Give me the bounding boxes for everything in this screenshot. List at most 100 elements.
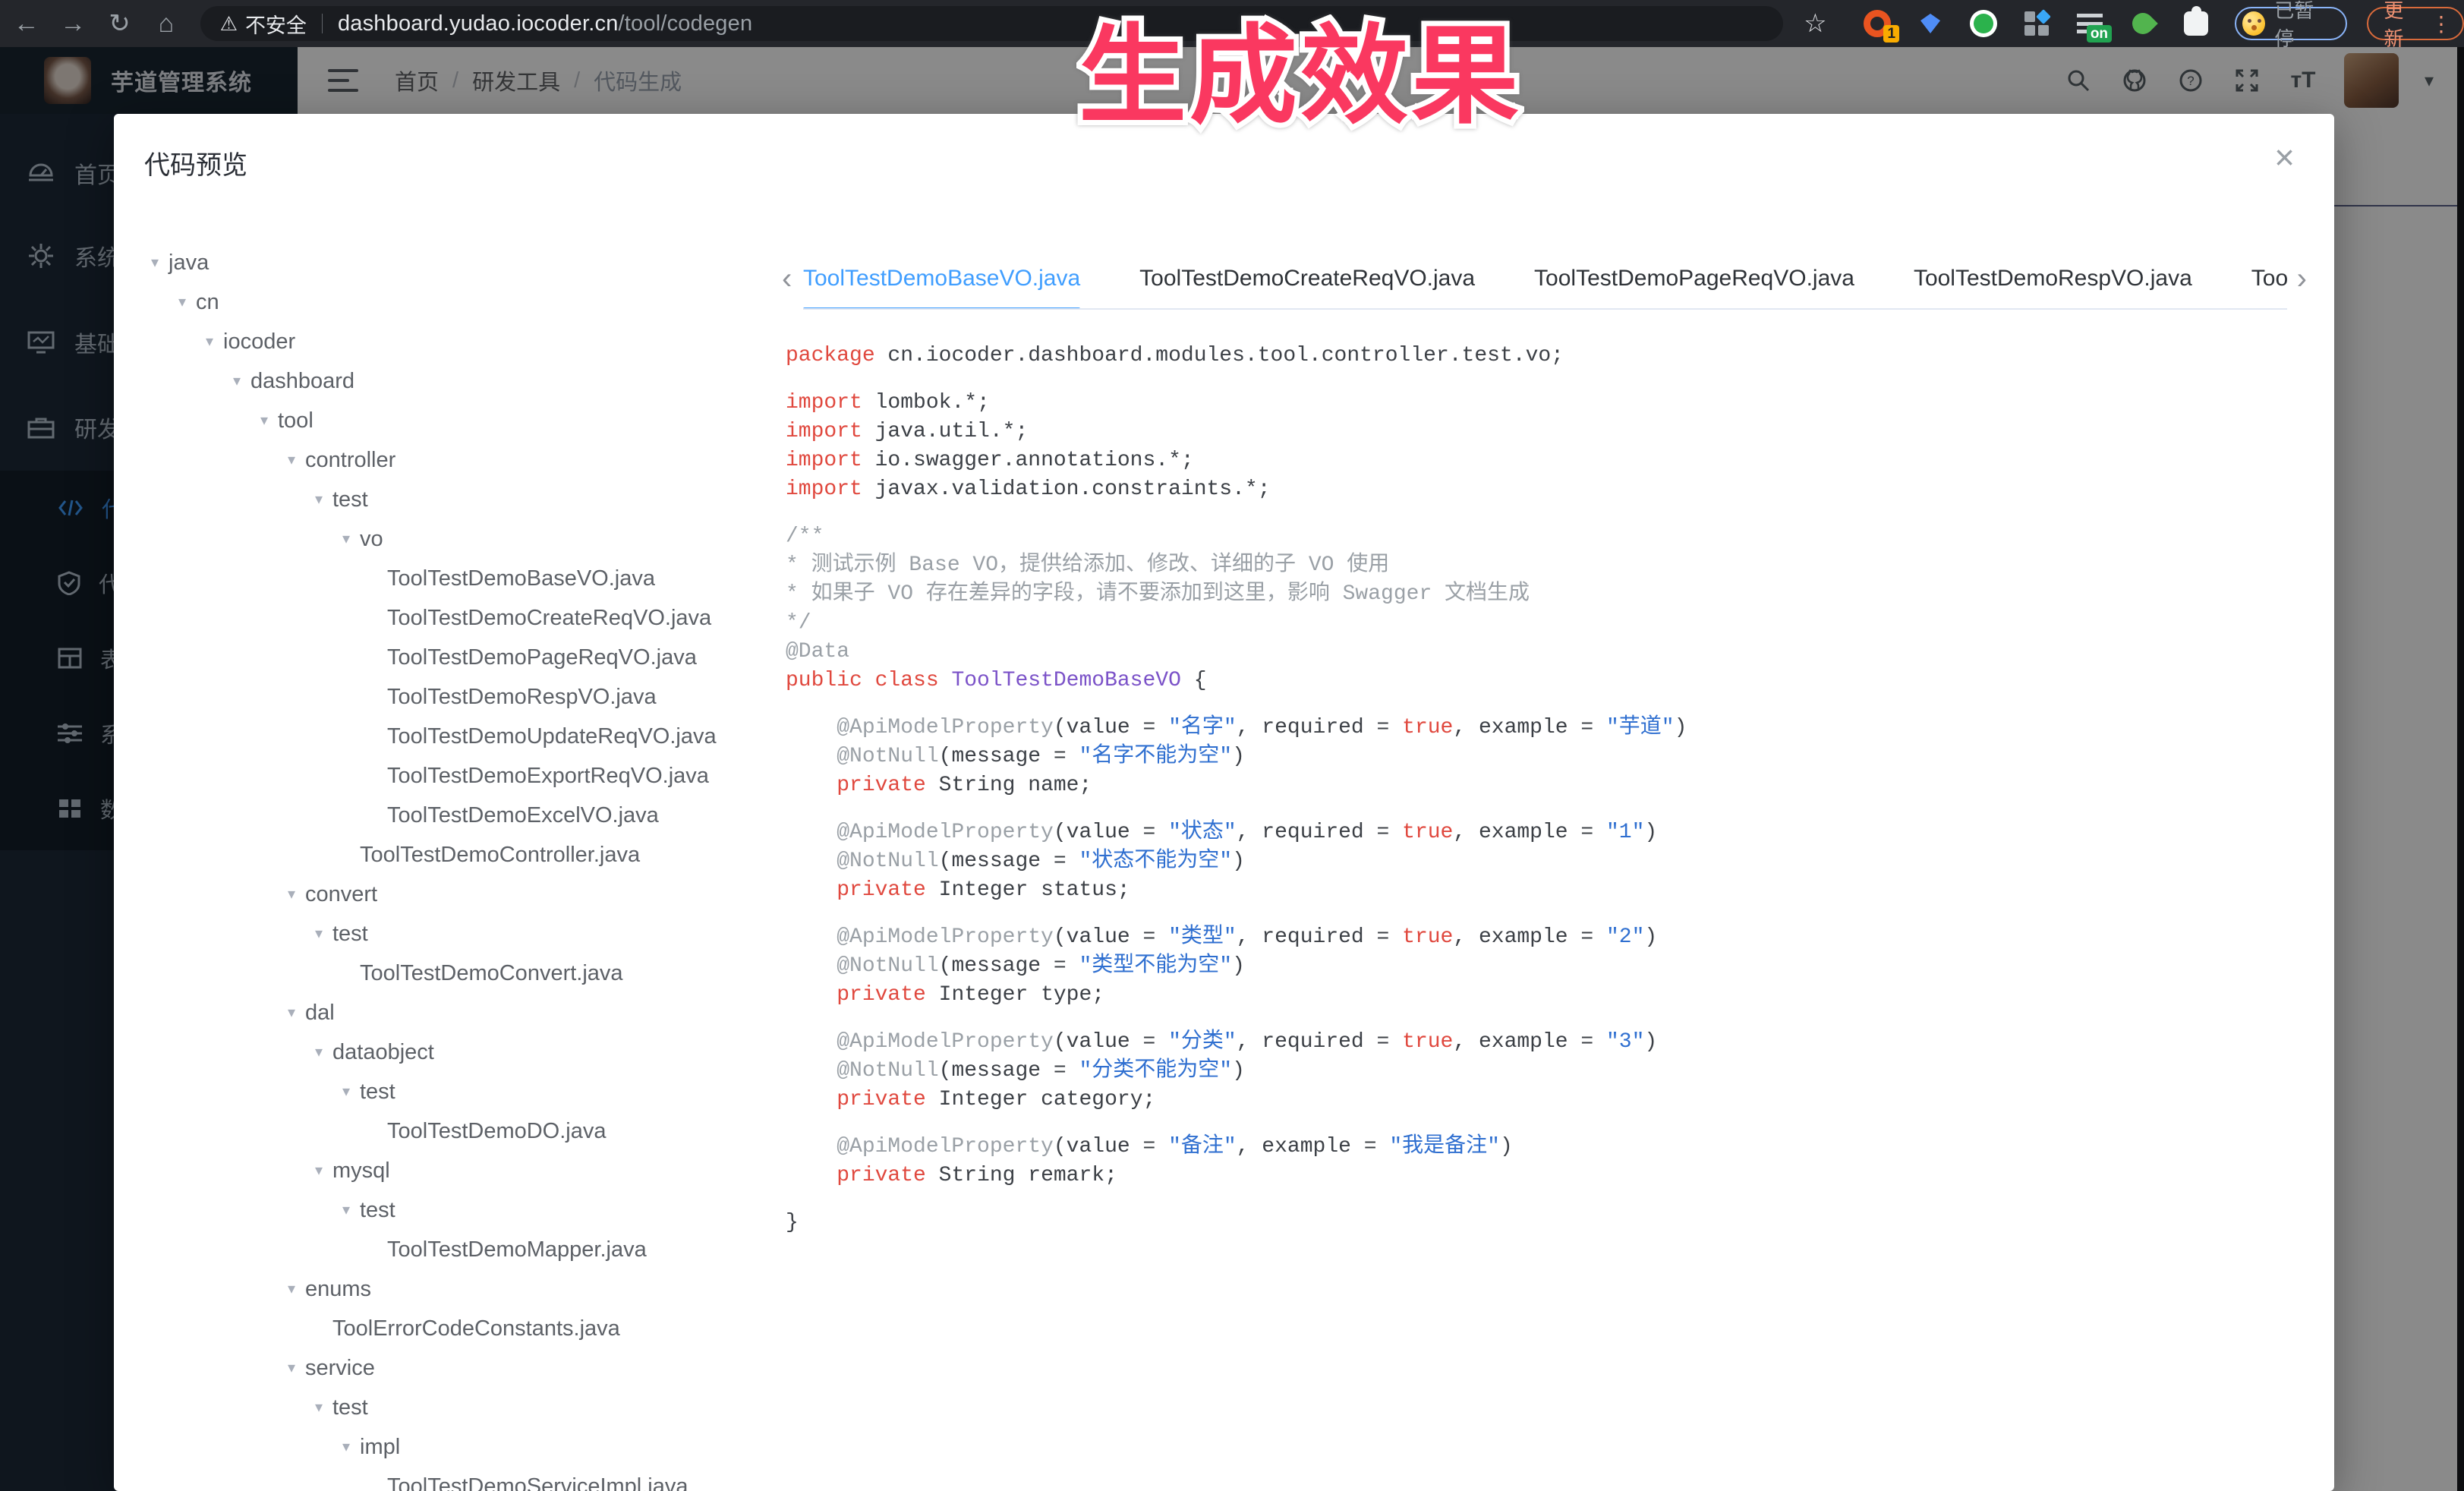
tree-expand-icon[interactable]: ▾ xyxy=(284,1348,299,1388)
tree-file-row[interactable]: ▾ToolTestDemoExcelVO.java xyxy=(114,796,778,835)
code-line: import lombok.*; xyxy=(786,389,2311,418)
tree-node-label: cn xyxy=(196,282,219,322)
code-line: private String remark; xyxy=(786,1162,2311,1190)
code-line: @ApiModelProperty(value = "分类", required… xyxy=(786,1028,2311,1057)
tree-node-label: ToolTestDemoUpdateReqVO.java xyxy=(387,717,717,756)
tree-folder-row[interactable]: ▾tool xyxy=(114,401,778,440)
tree-expand-icon[interactable]: ▾ xyxy=(311,914,326,954)
tree-expand-icon[interactable]: ▾ xyxy=(284,1269,299,1309)
tab-toolte[interactable]: ToolTe xyxy=(2251,249,2287,310)
tree-node-label: enums xyxy=(305,1269,371,1309)
tree-node-label: ToolTestDemoBaseVO.java xyxy=(387,559,655,598)
tree-expand-icon[interactable]: ▾ xyxy=(284,993,299,1032)
code-line: } xyxy=(786,1209,2311,1237)
tree-expand-icon[interactable]: ▾ xyxy=(147,243,162,282)
reload-icon[interactable]: ↻ xyxy=(99,5,140,42)
tree-node-label: test xyxy=(332,914,368,954)
code-line xyxy=(786,695,2311,714)
tree-folder-row[interactable]: ▾java xyxy=(114,243,778,282)
tree-expand-icon[interactable]: ▾ xyxy=(284,440,299,480)
tree-file-row[interactable]: ▾ToolTestDemoRespVO.java xyxy=(114,677,778,717)
tree-folder-row[interactable]: ▾mysql xyxy=(114,1151,778,1190)
tab-tooltestdemobasevo-java[interactable]: ToolTestDemoBaseVO.java xyxy=(803,249,1080,310)
tree-node-label: ToolTestDemoExportReqVO.java xyxy=(387,756,709,796)
tree-file-row[interactable]: ▾ToolTestDemoMapper.java xyxy=(114,1230,778,1269)
code-line: private Integer status; xyxy=(786,876,2311,905)
close-icon[interactable]: × xyxy=(2274,140,2295,175)
tree-folder-row[interactable]: ▾test xyxy=(114,1190,778,1230)
tree-file-row[interactable]: ▾ToolTestDemoCreateReqVO.java xyxy=(114,598,778,638)
tree-file-row[interactable]: ▾ToolTestDemoController.java xyxy=(114,835,778,875)
tree-node-label: ToolTestDemoDO.java xyxy=(387,1111,607,1151)
tree-file-row[interactable]: ▾ToolTestDemoUpdateReqVO.java xyxy=(114,717,778,756)
code-preview-dialog: 代码预览 × ▾java▾cn▾iocoder▾dashboard▾tool▾c… xyxy=(114,114,2334,1491)
tree-expand-icon[interactable]: ▾ xyxy=(311,1151,326,1190)
window-edge xyxy=(2457,47,2464,1491)
code-line: @NotNull(message = "状态不能为空") xyxy=(786,847,2311,876)
tree-folder-row[interactable]: ▾dataobject xyxy=(114,1032,778,1072)
tree-folder-row[interactable]: ▾dal xyxy=(114,993,778,1032)
tab-tooltestdemocreatereqvo-java[interactable]: ToolTestDemoCreateReqVO.java xyxy=(1139,249,1475,310)
code-line: */ xyxy=(786,609,2311,638)
tree-folder-row[interactable]: ▾test xyxy=(114,1072,778,1111)
tree-expand-icon[interactable]: ▾ xyxy=(339,1427,354,1467)
tree-node-label: ToolErrorCodeConstants.java xyxy=(332,1309,620,1348)
tree-node-label: test xyxy=(360,1072,395,1111)
tab-tooltestdemorespvo-java[interactable]: ToolTestDemoRespVO.java xyxy=(1914,249,2192,310)
code-line xyxy=(786,1190,2311,1209)
tree-expand-icon[interactable]: ▾ xyxy=(311,1032,326,1072)
tree-node-label: vo xyxy=(360,519,383,559)
tree-node-label: dashboard xyxy=(250,361,354,401)
tree-file-row[interactable]: ▾ToolTestDemoServiceImpl.java xyxy=(114,1467,778,1491)
tree-folder-row[interactable]: ▾convert xyxy=(114,875,778,914)
code-line: import io.swagger.annotations.*; xyxy=(786,446,2311,475)
tabs-scroll-right-icon[interactable]: › xyxy=(2297,249,2307,310)
tree-file-row[interactable]: ▾ToolTestDemoDO.java xyxy=(114,1111,778,1151)
tree-folder-row[interactable]: ▾enums xyxy=(114,1269,778,1309)
code-line: @ApiModelProperty(value = "类型", required… xyxy=(786,923,2311,952)
tree-expand-icon[interactable]: ▾ xyxy=(339,1072,354,1111)
tree-expand-icon[interactable]: ▾ xyxy=(257,401,272,440)
tab-tooltestdemopagereqvo-java[interactable]: ToolTestDemoPageReqVO.java xyxy=(1534,249,1854,310)
tree-folder-row[interactable]: ▾vo xyxy=(114,519,778,559)
tree-folder-row[interactable]: ▾impl xyxy=(114,1427,778,1467)
tree-node-label: service xyxy=(305,1348,375,1388)
tree-expand-icon[interactable]: ▾ xyxy=(202,322,217,361)
tree-node-label: java xyxy=(169,243,209,282)
tree-file-row[interactable]: ▾ToolTestDemoConvert.java xyxy=(114,954,778,993)
tree-folder-row[interactable]: ▾cn xyxy=(114,282,778,322)
tabs-scroll-left-icon[interactable]: ‹ xyxy=(782,249,792,310)
tree-folder-row[interactable]: ▾service xyxy=(114,1348,778,1388)
tree-folder-row[interactable]: ▾controller xyxy=(114,440,778,480)
tree-folder-row[interactable]: ▾iocoder xyxy=(114,322,778,361)
tree-expand-icon[interactable]: ▾ xyxy=(339,1190,354,1230)
tree-file-row[interactable]: ▾ToolTestDemoBaseVO.java xyxy=(114,559,778,598)
tree-node-label: convert xyxy=(305,875,377,914)
tree-file-row[interactable]: ▾ToolTestDemoPageReqVO.java xyxy=(114,638,778,677)
tree-expand-icon[interactable]: ▾ xyxy=(284,875,299,914)
dialog-title: 代码预览 xyxy=(144,144,247,181)
tree-folder-row[interactable]: ▾test xyxy=(114,914,778,954)
tree-node-label: ToolTestDemoPageReqVO.java xyxy=(387,638,697,677)
back-icon[interactable]: ← xyxy=(6,5,46,42)
tree-file-row[interactable]: ▾ToolErrorCodeConstants.java xyxy=(114,1309,778,1348)
tree-expand-icon[interactable]: ▾ xyxy=(339,519,354,559)
tree-node-label: test xyxy=(332,1388,368,1427)
code-line: @NotNull(message = "类型不能为空") xyxy=(786,952,2311,981)
tree-expand-icon[interactable]: ▾ xyxy=(311,1388,326,1427)
tree-expand-icon[interactable]: ▾ xyxy=(229,361,244,401)
code-line: @ApiModelProperty(value = "名字", required… xyxy=(786,714,2311,742)
tree-folder-row[interactable]: ▾test xyxy=(114,1388,778,1427)
file-tree: ▾java▾cn▾iocoder▾dashboard▾tool▾controll… xyxy=(114,243,778,1491)
tree-expand-icon[interactable]: ▾ xyxy=(311,480,326,519)
tree-node-label: ToolTestDemoConvert.java xyxy=(360,954,623,993)
code-line xyxy=(786,1114,2311,1133)
code-line: @ApiModelProperty(value = "状态", required… xyxy=(786,818,2311,847)
tree-expand-icon[interactable]: ▾ xyxy=(175,282,190,322)
code-line xyxy=(786,1010,2311,1028)
tree-folder-row[interactable]: ▾test xyxy=(114,480,778,519)
screen: ← → ↻ ⌂ ⚠ 不安全 dashboard.yudao.iocoder.cn… xyxy=(0,0,2464,1491)
forward-icon[interactable]: → xyxy=(52,5,93,42)
tree-folder-row[interactable]: ▾dashboard xyxy=(114,361,778,401)
tree-file-row[interactable]: ▾ToolTestDemoExportReqVO.java xyxy=(114,756,778,796)
